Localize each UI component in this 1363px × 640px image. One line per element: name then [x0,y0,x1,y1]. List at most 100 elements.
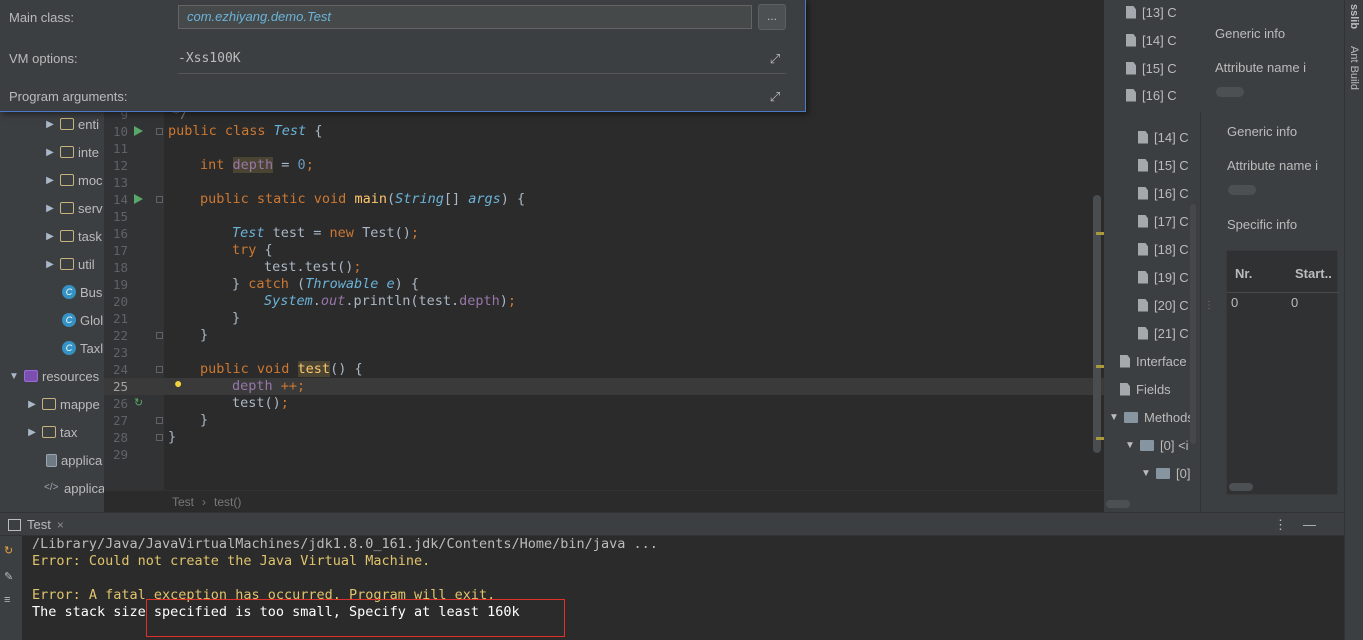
folder-icon [1140,439,1154,451]
chevron-right-icon[interactable]: ▶ [44,147,56,158]
tree-item-util[interactable]: ▶ util [44,250,94,278]
fold-icon[interactable] [156,128,163,135]
table-cell: 0 [1231,295,1239,310]
tree-item-service[interactable]: ▶ serv [44,194,102,222]
fold-icon[interactable] [156,434,163,441]
constant-pool-item[interactable]: [16] C [1126,81,1177,109]
attribute-name-label: Attribute name i [1227,158,1319,173]
scroll-pill[interactable] [1216,87,1244,97]
vm-options-field[interactable]: -Xss100K [178,51,241,66]
tree-item-class[interactable]: C Taxl [58,334,103,362]
constant-pool-item[interactable]: [15] C [1138,151,1189,179]
chevron-right-icon[interactable]: ▶ [44,175,56,186]
document-icon [1138,214,1148,228]
resources-folder-icon [24,370,38,382]
code-line: try { [232,242,273,258]
fields-item[interactable]: Fields [1120,375,1171,403]
tree-item-entities[interactable]: ▶ enti [44,112,99,138]
chevron-right-icon[interactable]: ▶ [26,427,38,438]
tree-item-xml[interactable]: </> applica [40,474,104,502]
code-line: } [232,310,241,326]
chevron-down-icon[interactable]: ▼ [1124,440,1136,451]
tree-item-tax[interactable]: ▶ tax [26,418,77,446]
column-header-start[interactable]: Start.. [1295,266,1332,281]
ant-build-tool-tab[interactable]: Ant Build [1348,46,1360,90]
tree-item-task[interactable]: ▶ task [44,222,102,250]
breadcrumb-method[interactable]: test() [214,495,241,509]
folder-icon [60,118,74,130]
jclasslib-tool-tab[interactable]: sslib [1348,4,1360,29]
fold-icon[interactable] [156,366,163,373]
rerun-icon[interactable]: ↻ [4,544,13,557]
run-configuration-dialog: Main class: com.ezhiyang.demo.Test ... V… [0,0,806,112]
method-attribute-item[interactable]: ▼ [0] [1140,459,1190,487]
chevron-right-icon[interactable]: ▶ [44,259,56,270]
tree-item-interfaces[interactable]: ▶ inte [44,138,99,166]
run-tab[interactable]: Test × [8,517,64,532]
chevron-right-icon[interactable]: ▶ [44,119,56,130]
tree-item-class[interactable]: C Bus [58,278,102,306]
tree-item-label: applica [64,480,104,496]
line-number: 16 [112,226,128,241]
browse-button[interactable]: ... [758,4,786,30]
scroll-pill[interactable] [1228,185,1256,195]
expand-icon[interactable]: ⤢ [768,52,782,66]
constant-pool-item[interactable]: [17] C [1138,207,1189,235]
constant-pool-item[interactable]: [13] C [1126,0,1177,26]
scroll-marker [1096,437,1104,440]
chevron-right-icon[interactable]: ▶ [44,231,56,242]
constant-pool-item[interactable]: [16] C [1138,179,1189,207]
chevron-right-icon[interactable]: ▶ [26,399,38,410]
chevron-right-icon[interactable]: ▶ [44,203,56,214]
code-line: } [200,327,209,343]
code-line: public void test() { [200,361,363,377]
line-number: 21 [112,311,128,326]
more-options-icon[interactable]: ⋮ [1274,517,1287,533]
constant-pool-item[interactable]: [14] C [1126,26,1177,54]
close-icon[interactable]: × [57,518,64,532]
breadcrumb-class[interactable]: Test [172,495,194,509]
constant-pool-item[interactable]: [19] C [1138,263,1189,291]
splitter-handle[interactable]: ⋮ [1204,300,1214,311]
attribute-name-label: Attribute name i [1215,60,1307,75]
tree-item-class[interactable]: C Glol [58,306,103,334]
run-class-icon[interactable] [134,126,143,136]
tree-item-mapper[interactable]: ▶ mappe [26,390,100,418]
horizontal-scrollbar[interactable] [1229,483,1253,491]
fold-icon[interactable] [156,417,163,424]
methods-item[interactable]: ▼ Methods [1108,403,1194,431]
tree-item-resources[interactable]: ▼ resources [8,362,99,390]
constant-pool-item[interactable]: [18] C [1138,235,1189,263]
line-number: 22 [112,328,128,343]
chevron-down-icon[interactable]: ▼ [8,371,20,382]
tree-item-mock[interactable]: ▶ moc [44,166,102,194]
expand-icon[interactable]: ⤢ [768,90,782,104]
tree-scrollbar[interactable] [1190,204,1196,444]
constant-pool-item[interactable]: [14] C [1138,123,1189,151]
constant-pool-item[interactable]: [20] C [1138,291,1189,319]
main-class-field[interactable]: com.ezhiyang.demo.Test [178,5,752,29]
constant-pool-item[interactable]: [21] C [1138,319,1189,347]
minimize-icon[interactable]: — [1303,517,1316,533]
chevron-down-icon[interactable]: ▼ [1108,412,1120,423]
lightbulb-icon[interactable]: ● [174,375,182,391]
interfaces-item[interactable]: Interface [1120,347,1187,375]
generic-info-title: Generic info [1215,26,1286,41]
run-main-icon[interactable] [134,194,143,204]
fold-icon[interactable] [156,332,163,339]
document-icon [1138,242,1148,256]
chevron-down-icon[interactable]: ▼ [1140,468,1152,479]
edit-configuration-icon[interactable]: ✎ [4,570,13,583]
class-icon: C [62,313,76,327]
code-line: } catch (Throwable e) { [232,276,419,292]
method-item[interactable]: ▼ [0] <i [1124,431,1189,459]
line-number: 12 [112,158,128,173]
document-icon [1138,186,1148,200]
list-icon[interactable]: ≡ [4,594,10,606]
document-icon [1138,270,1148,284]
tree-item-file[interactable]: applica [42,446,102,474]
constant-pool-item[interactable]: [15] C [1126,54,1177,82]
column-header-nr[interactable]: Nr. [1235,266,1252,281]
fold-icon[interactable] [156,196,163,203]
horizontal-scrollbar[interactable] [1106,500,1130,508]
